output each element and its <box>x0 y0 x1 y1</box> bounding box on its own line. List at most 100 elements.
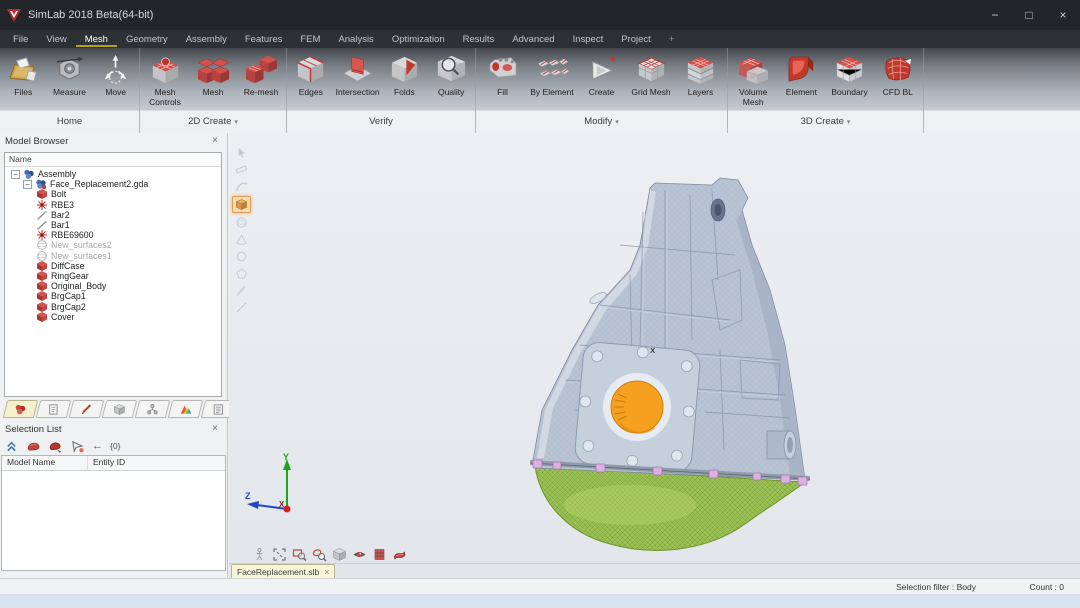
pick-button[interactable] <box>70 440 85 453</box>
model-3d[interactable]: x <box>480 150 840 565</box>
grid-mesh-button[interactable]: Grid Mesh <box>628 51 674 98</box>
volume-mesh-button[interactable]: Volume Mesh <box>730 51 776 107</box>
bottom-strip <box>0 594 1080 608</box>
menu-optimization[interactable]: Optimization <box>383 32 454 46</box>
panel-tab-solids[interactable] <box>102 400 137 418</box>
folds-icon <box>388 51 421 87</box>
close-button[interactable]: × <box>1046 0 1080 30</box>
panel-tab-hierarchy[interactable] <box>135 400 170 418</box>
menu-advanced[interactable]: Advanced <box>503 32 563 46</box>
intersection-button[interactable]: Intersection <box>335 51 381 98</box>
viewport-tool-cursor[interactable] <box>233 145 250 160</box>
menu-mesh[interactable]: Mesh <box>76 32 117 47</box>
status-bar: Selection filter : Body Count : 0 <box>0 578 1080 594</box>
remove-body-button[interactable] <box>48 440 63 453</box>
view-tool-cube[interactable] <box>331 547 347 562</box>
viewport-tool-poly[interactable] <box>233 266 250 281</box>
menu-features[interactable]: Features <box>236 32 292 46</box>
menu-results[interactable]: Results <box>454 32 504 46</box>
boundary-button[interactable]: Boundary <box>827 51 873 98</box>
tree-item-label: RingGear <box>51 271 89 281</box>
menu-file[interactable]: File <box>4 32 37 46</box>
document-tab-bar: FaceReplacement.slb × <box>229 563 1080 578</box>
model-browser-close-icon[interactable]: × <box>212 135 218 146</box>
measure-label: Measure <box>53 88 86 98</box>
panel-tab-colors[interactable] <box>168 400 203 418</box>
view-tool-zoom-rect[interactable] <box>291 547 307 562</box>
title-bar: SimLab 2018 Beta(64-bit) − □ × <box>0 0 1080 30</box>
menu-fem[interactable]: FEM <box>291 32 329 46</box>
ribbon-tab-2d-create[interactable]: 2D Create▾ <box>140 110 286 133</box>
chevron-down-icon: ▾ <box>847 119 851 126</box>
mesh-controls-button[interactable]: Mesh Controls <box>142 51 188 107</box>
view-tool-zoom-lasso[interactable] <box>311 547 327 562</box>
menu-plus[interactable]: + <box>660 32 684 46</box>
document-tab-close-icon[interactable]: × <box>324 567 329 577</box>
element-button[interactable]: Element <box>778 51 824 98</box>
tree-expander-icon[interactable]: − <box>11 170 20 179</box>
viewport-3d[interactable]: x Y Z X FaceReplacement.slb × <box>229 133 1080 578</box>
fill-button[interactable]: Fill <box>480 51 526 98</box>
viewport-tool-line[interactable] <box>233 300 250 315</box>
move-button[interactable]: Move <box>93 51 139 98</box>
quality-button[interactable]: Quality <box>428 51 474 98</box>
cfd-bl-icon <box>881 51 914 87</box>
viewport-tool-box[interactable] <box>232 196 251 213</box>
view-tool-eye[interactable] <box>351 547 367 562</box>
menu-view[interactable]: View <box>37 32 75 46</box>
tree-item-label: RBE3 <box>51 200 74 210</box>
ribbon-tab-home[interactable]: Home <box>0 110 139 133</box>
panel-tab-annotate[interactable] <box>69 400 104 418</box>
view-tool-walk[interactable] <box>251 547 267 562</box>
minimize-button[interactable]: − <box>978 0 1012 30</box>
folds-button[interactable]: Folds <box>381 51 427 98</box>
add-body-button[interactable] <box>26 440 41 453</box>
back-button[interactable]: ← <box>92 440 103 453</box>
panel-tab-notes[interactable] <box>36 400 71 418</box>
view-tool-mesh-flag[interactable] <box>391 547 407 562</box>
viewport-tool-pen[interactable] <box>233 283 250 298</box>
files-button[interactable]: Files <box>0 51 46 98</box>
mesh-button[interactable]: Mesh <box>190 51 236 98</box>
edges-button[interactable]: Edges <box>288 51 334 98</box>
tree-column-header[interactable]: Name <box>5 153 221 167</box>
view-tool-fit[interactable] <box>271 547 287 562</box>
viewport-tool-curve[interactable] <box>233 179 250 194</box>
quality-label: Quality <box>438 88 464 98</box>
tree-item-label: Original_Body <box>51 281 106 291</box>
status-count: Count : 0 <box>1030 582 1065 592</box>
by-element-button[interactable]: By Element <box>529 51 575 98</box>
ribbon-tab-3d-create[interactable]: 3D Create▾ <box>728 110 923 133</box>
tree-item-cover[interactable]: Cover <box>5 312 221 322</box>
ribbon-tab-modify[interactable]: Modify▾ <box>476 110 727 133</box>
view-tool-layers2[interactable] <box>371 547 387 562</box>
column-model-name[interactable]: Model Name <box>2 456 88 470</box>
tree-item-label: New_surfaces1 <box>51 251 112 261</box>
ribbon-group-home: Files Measure Move Home <box>0 48 140 133</box>
menu-analysis[interactable]: Analysis <box>329 32 382 46</box>
menu-geometry[interactable]: Geometry <box>117 32 177 46</box>
tree-item-label: New_surfaces2 <box>51 240 112 250</box>
column-entity-id[interactable]: Entity ID <box>88 456 225 470</box>
selection-list-close-icon[interactable]: × <box>212 423 218 434</box>
maximize-button[interactable]: □ <box>1012 0 1046 30</box>
menu-assembly[interactable]: Assembly <box>177 32 236 46</box>
cfd-bl-button[interactable]: CFD BL <box>875 51 921 98</box>
create-button[interactable]: Create <box>579 51 625 98</box>
ribbon-tab-verify[interactable]: Verify <box>287 110 475 133</box>
re-mesh-button[interactable]: Re-mesh <box>238 51 284 98</box>
viewport-tool-ruler[interactable] <box>233 162 250 177</box>
collapse-button[interactable] <box>4 440 19 453</box>
menu-inspect[interactable]: Inspect <box>564 32 613 46</box>
menu-project[interactable]: Project <box>612 32 660 46</box>
panel-tab-bodies[interactable] <box>3 400 38 418</box>
layers-button[interactable]: Layers <box>678 51 724 98</box>
fill-label: Fill <box>497 88 508 98</box>
measure-button[interactable]: Measure <box>47 51 93 98</box>
ribbon: Files Measure Move HomeMesh ControlsMeshRe-… <box>0 48 1080 133</box>
document-tab[interactable]: FaceReplacement.slb × <box>231 564 335 578</box>
viewport-tool-circle[interactable] <box>233 249 250 264</box>
tree-expander-icon[interactable]: − <box>23 180 32 189</box>
viewport-tool-sphere[interactable] <box>233 215 250 230</box>
viewport-tool-cone[interactable] <box>233 232 250 247</box>
